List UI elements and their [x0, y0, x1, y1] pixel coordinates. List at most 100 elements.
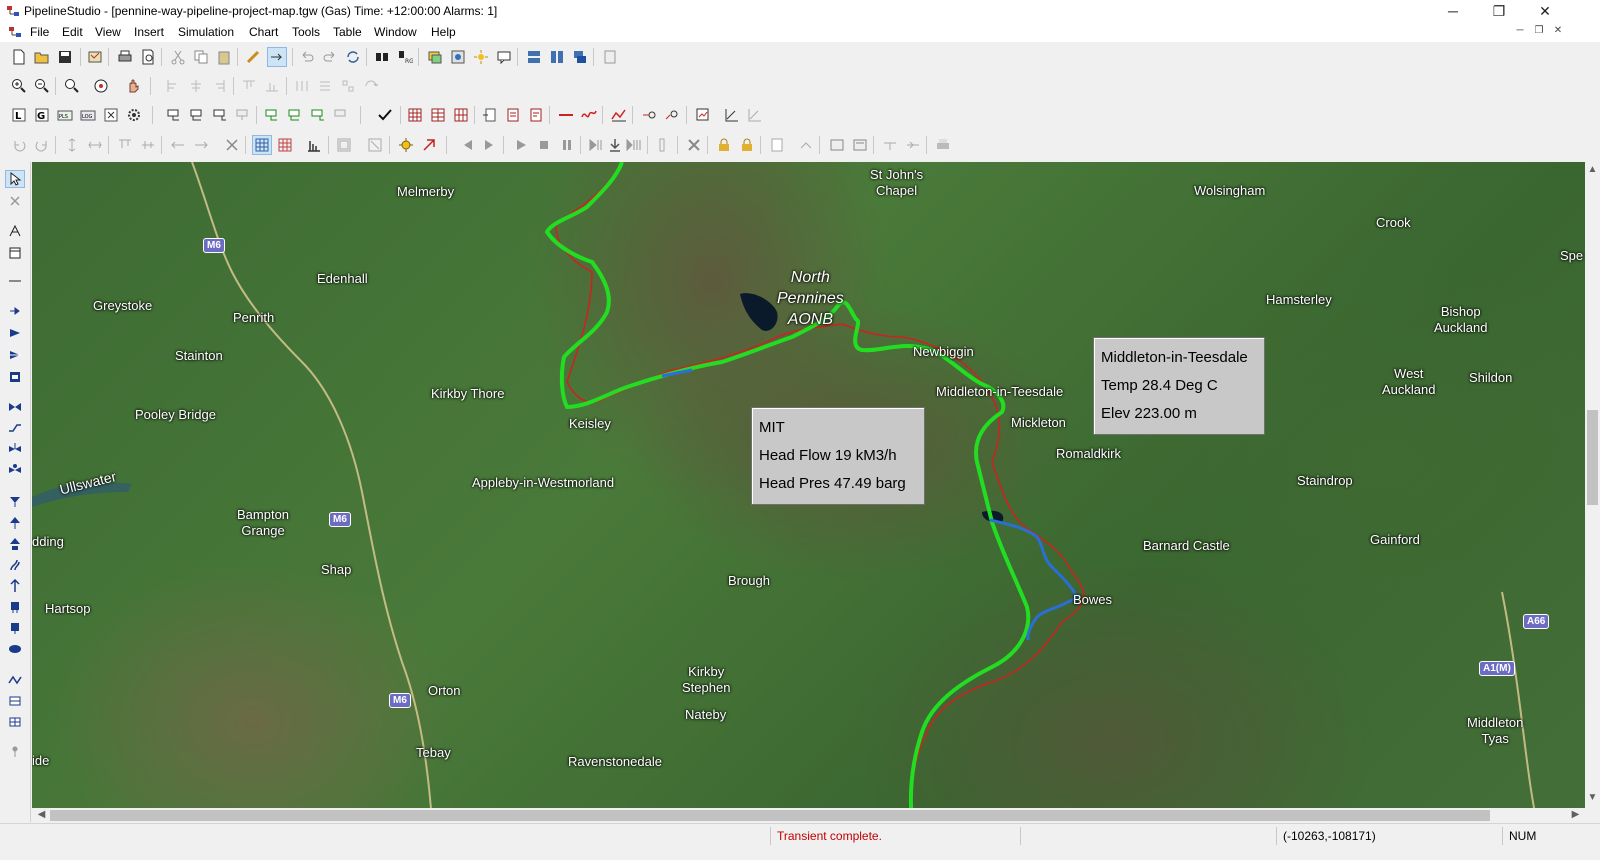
report-red-2-icon[interactable] — [526, 105, 546, 125]
redo-icon[interactable] — [320, 47, 340, 67]
menu-view[interactable]: View — [95, 25, 121, 39]
print-gray-icon[interactable] — [933, 135, 953, 155]
highlight-icon[interactable] — [471, 47, 491, 67]
check-icon[interactable] — [375, 105, 395, 125]
pan-hand-icon[interactable] — [123, 76, 143, 96]
vertical-scroll-thumb[interactable] — [1587, 410, 1598, 505]
frame-2-icon[interactable] — [365, 135, 385, 155]
valve-element-icon[interactable] — [5, 398, 25, 416]
delete-icon[interactable] — [5, 192, 25, 210]
chart-edit-icon[interactable] — [693, 105, 713, 125]
pls-icon[interactable]: PLS — [55, 105, 75, 125]
compressor-icon[interactable] — [5, 461, 25, 479]
cancel-sim-icon[interactable] — [684, 135, 704, 155]
select-mode-icon[interactable] — [267, 47, 287, 67]
report-icon[interactable] — [480, 105, 500, 125]
export-icon[interactable] — [827, 135, 847, 155]
heater-icon[interactable] — [5, 556, 25, 574]
rotate-right-icon[interactable] — [32, 135, 52, 155]
print-preview-icon[interactable] — [138, 47, 158, 67]
node-left-icon[interactable] — [164, 105, 184, 125]
paste-icon[interactable] — [214, 47, 234, 67]
report-red-icon[interactable] — [503, 105, 523, 125]
pin-icon[interactable] — [5, 742, 25, 760]
grid-red-icon[interactable] — [275, 135, 295, 155]
run-to-end-icon[interactable] — [624, 135, 644, 155]
profile-icon[interactable] — [609, 105, 629, 125]
lock-icon[interactable] — [714, 135, 734, 155]
log-icon[interactable]: LOG — [78, 105, 98, 125]
refresh-icon[interactable] — [343, 47, 363, 67]
node-right-icon[interactable] — [210, 105, 230, 125]
run-setup-icon[interactable] — [396, 135, 416, 155]
horizontal-scroll-thumb[interactable] — [50, 810, 1490, 821]
split-icon[interactable] — [880, 135, 900, 155]
connector-2-icon[interactable] — [5, 713, 25, 731]
table-red-2-icon[interactable] — [428, 105, 448, 125]
frame-icon[interactable] — [334, 135, 354, 155]
mdi-restore-button[interactable]: ❐ — [1531, 25, 1547, 39]
menu-simulation[interactable]: Simulation — [178, 25, 234, 39]
flip-horizontal-icon[interactable] — [85, 135, 105, 155]
junction-icon[interactable] — [5, 671, 25, 689]
find-replace-icon[interactable]: RG — [395, 47, 415, 67]
connector-icon[interactable] — [5, 692, 25, 710]
check-valve-icon[interactable] — [5, 419, 25, 437]
mdi-minimize-button[interactable]: ─ — [1512, 25, 1528, 39]
vertical-scrollbar[interactable]: ▲ ▼ — [1585, 162, 1600, 822]
menu-chart[interactable]: Chart — [249, 25, 278, 39]
zoom-in-icon[interactable] — [9, 76, 29, 96]
node-green-gray-icon[interactable] — [331, 105, 351, 125]
mit-tooltip[interactable]: MIT Head Flow 19 kM3/h Head Pres 47.49 b… — [751, 407, 925, 505]
minimize-button[interactable]: ─ — [1430, 0, 1476, 22]
align-center-icon[interactable] — [186, 76, 206, 96]
open-folder-icon[interactable] — [32, 47, 52, 67]
menu-help[interactable]: Help — [431, 25, 456, 39]
source-3-icon[interactable] — [5, 346, 25, 364]
group-icon[interactable]: G — [32, 105, 52, 125]
meter-icon[interactable] — [5, 598, 25, 616]
meter-2-icon[interactable] — [5, 619, 25, 637]
regulator-icon[interactable] — [5, 440, 25, 458]
mdi-close-button[interactable]: ✕ — [1550, 25, 1566, 39]
caret-icon[interactable] — [796, 135, 816, 155]
zoom-out-icon[interactable] — [32, 76, 52, 96]
stop-run-icon[interactable] — [419, 135, 439, 155]
supply-2-icon[interactable] — [5, 535, 25, 553]
step-down-icon[interactable] — [605, 135, 625, 155]
align-right-icon[interactable] — [209, 76, 229, 96]
align-bottom-icon[interactable] — [262, 76, 282, 96]
table-red-1-icon[interactable] — [405, 105, 425, 125]
line-icon[interactable] — [5, 272, 25, 290]
rotate-icon[interactable] — [361, 76, 381, 96]
chart-axis-gray-icon[interactable] — [745, 105, 765, 125]
grid-icon[interactable] — [252, 135, 272, 155]
middleton-tooltip[interactable]: Middleton-in-Teesdale Temp 28.4 Deg C El… — [1093, 337, 1265, 435]
curve-red-icon[interactable] — [579, 105, 599, 125]
print-icon[interactable] — [115, 47, 135, 67]
document-icon[interactable] — [8, 25, 22, 39]
cut-icon[interactable] — [168, 47, 188, 67]
bar-chart-icon[interactable] — [304, 135, 324, 155]
space-horizontal-icon[interactable] — [292, 76, 312, 96]
menu-table[interactable]: Table — [333, 25, 362, 39]
scroll-up-icon[interactable]: ▲ — [1585, 164, 1600, 175]
tile-vertical-icon[interactable] — [547, 47, 567, 67]
rotate-left-icon[interactable] — [9, 135, 29, 155]
tile-horizontal-icon[interactable] — [524, 47, 544, 67]
valve-icon[interactable] — [222, 135, 242, 155]
export-2-icon[interactable] — [850, 135, 870, 155]
new-file-icon[interactable] — [9, 47, 29, 67]
node-green-right-icon[interactable] — [308, 105, 328, 125]
import-icon[interactable] — [85, 47, 105, 67]
chart-axis-icon[interactable] — [722, 105, 742, 125]
text-icon[interactable] — [5, 222, 25, 240]
layer-icon[interactable] — [425, 47, 445, 67]
stop-icon[interactable] — [534, 135, 554, 155]
move-left-icon[interactable] — [168, 135, 188, 155]
menu-file[interactable]: File — [30, 25, 49, 39]
table-red-3-icon[interactable] — [451, 105, 471, 125]
zoom-window-icon[interactable] — [62, 76, 82, 96]
menu-window[interactable]: Window — [374, 25, 417, 39]
cascade-icon[interactable] — [570, 47, 590, 67]
